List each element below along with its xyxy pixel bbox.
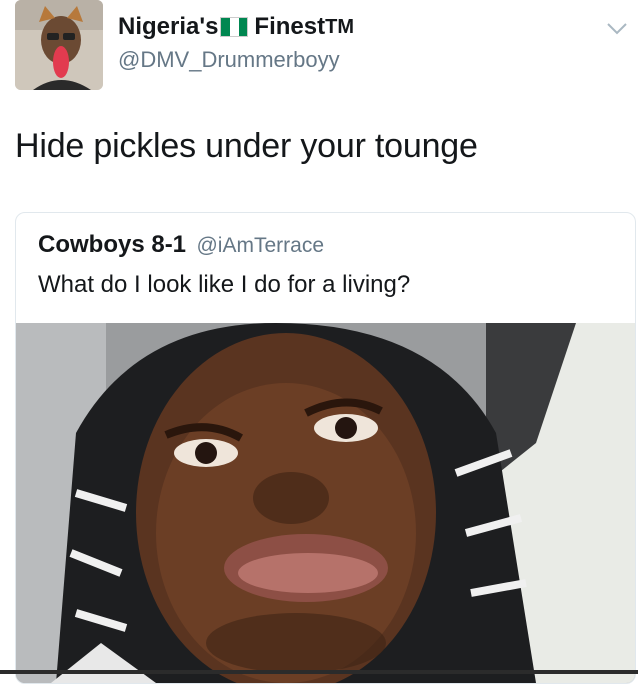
bottom-edge-bar — [0, 670, 638, 674]
quoted-handle: @iAmTerrace — [196, 234, 324, 257]
quoted-display-name: Cowboys 8-1 — [38, 231, 187, 258]
chevron-down-icon[interactable] — [606, 22, 628, 36]
avatar-image — [15, 0, 103, 90]
quoted-tweet-header: Cowboys 8-1 @iAmTerrace — [38, 231, 324, 259]
quoted-tweet-card[interactable]: Cowboys 8-1 @iAmTerrace What do I look l… — [15, 212, 636, 684]
quoted-tweet-photo[interactable] — [16, 323, 635, 683]
display-name[interactable]: Nigeria's Finest TM — [118, 13, 354, 41]
nigeria-flag-icon — [220, 17, 249, 37]
user-handle[interactable]: @DMV_Drummerboyy — [118, 47, 340, 73]
display-name-part2: Finest — [254, 13, 326, 40]
avatar[interactable] — [15, 0, 103, 90]
tweet-text: Hide pickles under your tounge — [15, 127, 478, 165]
display-name-suffix: TM — [325, 15, 354, 38]
quoted-tweet-text: What do I look like I do for a living? — [38, 271, 411, 298]
display-name-part1: Nigeria's — [118, 13, 219, 40]
